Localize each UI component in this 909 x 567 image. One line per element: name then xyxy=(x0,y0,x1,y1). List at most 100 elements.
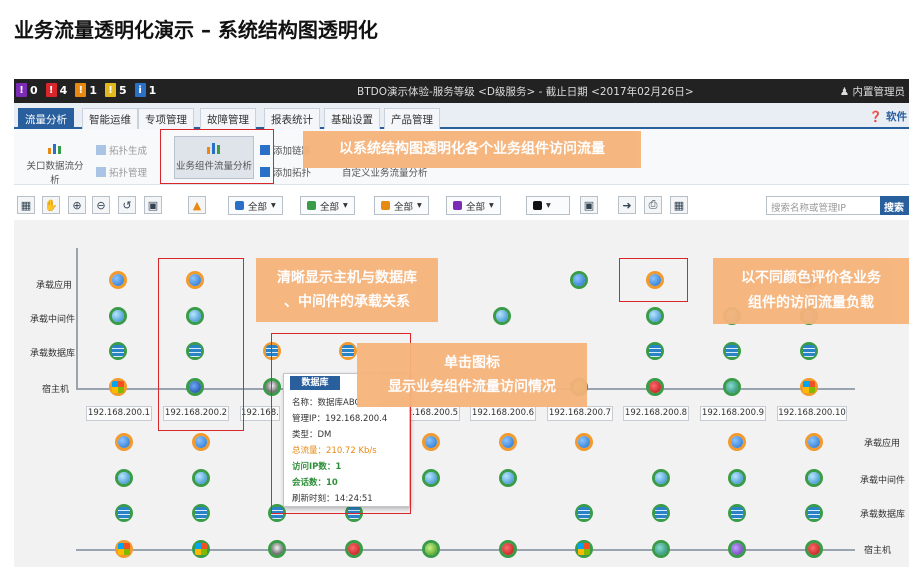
middleware-node[interactable] xyxy=(115,469,133,487)
filter-db-value: 全部 xyxy=(320,201,340,213)
zoom-out-icon[interactable]: ⊖ xyxy=(92,196,110,214)
grid-icon[interactable]: ▦ xyxy=(670,196,688,214)
app-node[interactable] xyxy=(570,271,588,289)
database-node[interactable] xyxy=(109,342,127,360)
middleware-node[interactable] xyxy=(422,469,440,487)
database-node[interactable] xyxy=(800,342,818,360)
topology-manage-button[interactable]: 拓扑管理 xyxy=(96,165,147,179)
database-node[interactable] xyxy=(723,342,741,360)
topology-manage-label: 拓扑管理 xyxy=(109,168,148,179)
database-node[interactable] xyxy=(646,342,664,360)
database-node[interactable] xyxy=(652,504,670,522)
zoom-reset-icon[interactable]: ↺ xyxy=(118,196,136,214)
middleware-node[interactable] xyxy=(646,307,664,325)
host-node[interactable] xyxy=(652,540,670,558)
middleware-node[interactable] xyxy=(728,469,746,487)
host-node[interactable] xyxy=(575,540,593,558)
host-icon xyxy=(235,201,244,210)
alert-counters: ! 0 ! 4 ! 1 ! 5 i1 xyxy=(16,83,156,97)
database-node[interactable] xyxy=(728,504,746,522)
alert-count: 1 xyxy=(148,83,157,97)
image-icon[interactable]: ▣ xyxy=(580,196,598,214)
print-icon[interactable]: ⎙ xyxy=(644,196,662,214)
highlight-host-stack xyxy=(158,258,244,431)
app-node[interactable] xyxy=(422,433,440,451)
host-node[interactable] xyxy=(345,540,363,558)
host-node[interactable] xyxy=(800,378,818,396)
middleware-node[interactable] xyxy=(192,469,210,487)
app-node[interactable] xyxy=(192,433,210,451)
host-node[interactable] xyxy=(723,378,741,396)
callout-line: 、中间件的承载关系 xyxy=(284,294,410,310)
help-link[interactable]: ❓ 软件 xyxy=(869,109,907,124)
middleware-node[interactable] xyxy=(499,469,517,487)
filter-hosts-select[interactable]: 全部 ▾ xyxy=(228,196,283,215)
host-ip-label: 192.168.200.7 xyxy=(547,406,613,421)
callout-line: 以不同颜色评价各业务 xyxy=(741,270,881,286)
topology-generate-button[interactable]: 拓扑生成 xyxy=(96,143,147,157)
gateway-flow-button[interactable]: 关口数据流分析 xyxy=(22,141,88,186)
middleware-node[interactable] xyxy=(109,307,127,325)
tab-fault-mgmt[interactable]: 故障管理 xyxy=(200,108,256,129)
host-node[interactable] xyxy=(192,540,210,558)
search-button[interactable]: 搜索 xyxy=(880,196,909,215)
database-icon xyxy=(307,201,316,210)
tab-product-mgmt[interactable]: 产品管理 xyxy=(384,108,440,129)
highlight-app-node xyxy=(619,258,688,302)
app-node[interactable] xyxy=(575,433,593,451)
warning-icon[interactable]: ▲ xyxy=(188,196,206,214)
tab-basic-settings[interactable]: 基础设置 xyxy=(324,108,380,129)
alert-blue[interactable]: i1 xyxy=(134,83,157,97)
alert-count: 5 xyxy=(118,83,127,97)
alert-icon: ! xyxy=(75,83,87,97)
fit-view-icon[interactable]: ▣ xyxy=(144,196,162,214)
app-node[interactable] xyxy=(115,433,133,451)
topology-generate-label: 拓扑生成 xyxy=(109,146,148,157)
database-node[interactable] xyxy=(192,504,210,522)
alert-red[interactable]: ! 4 xyxy=(45,83,67,97)
tab-special-mgmt[interactable]: 专项管理 xyxy=(138,108,194,129)
middleware-node[interactable] xyxy=(805,469,823,487)
row-label-app-right: 承载应用 xyxy=(864,439,901,449)
host-node[interactable] xyxy=(422,540,440,558)
middleware-node[interactable] xyxy=(493,307,511,325)
host-node[interactable] xyxy=(805,540,823,558)
host-node[interactable] xyxy=(499,540,517,558)
host-node[interactable] xyxy=(115,540,133,558)
topology-icon xyxy=(96,145,106,155)
tab-reports[interactable]: 报表统计 xyxy=(264,108,320,129)
callout-system-structure: 以系统结构图透明化各个业务组件访问流量 xyxy=(303,131,641,168)
search-input[interactable]: 搜索名称或管理IP xyxy=(766,196,881,215)
alert-orange[interactable]: ! 1 xyxy=(75,83,97,97)
tab-traffic-analysis[interactable]: 流量分析 xyxy=(18,108,74,129)
host-node[interactable] xyxy=(728,540,746,558)
alert-purple[interactable]: ! 0 xyxy=(16,83,38,97)
database-node[interactable] xyxy=(115,504,133,522)
color-select[interactable]: ▾ xyxy=(526,196,570,215)
filter-middleware-select[interactable]: 全部 ▾ xyxy=(374,196,429,215)
middleware-node[interactable] xyxy=(652,469,670,487)
alert-yellow[interactable]: ! 5 xyxy=(104,83,127,97)
host-node[interactable] xyxy=(268,540,286,558)
user-menu[interactable]: ♟ 内置管理员 xyxy=(840,84,905,99)
zoom-in-icon[interactable]: ⊕ xyxy=(68,196,86,214)
export-icon[interactable]: ➜ xyxy=(618,196,636,214)
filter-app-select[interactable]: 全部 ▾ xyxy=(446,196,501,215)
database-node[interactable] xyxy=(805,504,823,522)
select-icon[interactable]: ▦ xyxy=(17,196,35,214)
database-node[interactable] xyxy=(575,504,593,522)
hand-icon[interactable]: ✋ xyxy=(42,196,60,214)
row-label-middleware-right: 承载中间件 xyxy=(860,476,906,486)
host-node[interactable] xyxy=(109,378,127,396)
tab-smart-ops[interactable]: 智能运维 xyxy=(82,108,138,129)
app-node[interactable] xyxy=(109,271,127,289)
topology-toolbar: ▦ ✋ ⊕ ⊖ ↺ ▣ ▲ 全部 ▾ 全部 ▾ 全部 ▾ 全部 ▾ ▾ ▣ ➜ … xyxy=(14,195,909,217)
host-node[interactable] xyxy=(646,378,664,396)
filter-db-select[interactable]: 全部 ▾ xyxy=(300,196,355,215)
filter-app-value: 全部 xyxy=(466,201,486,213)
row-label-app: 承载应用 xyxy=(36,281,73,291)
alert-count: 0 xyxy=(30,83,38,97)
app-node[interactable] xyxy=(728,433,746,451)
app-node[interactable] xyxy=(499,433,517,451)
app-node[interactable] xyxy=(805,433,823,451)
